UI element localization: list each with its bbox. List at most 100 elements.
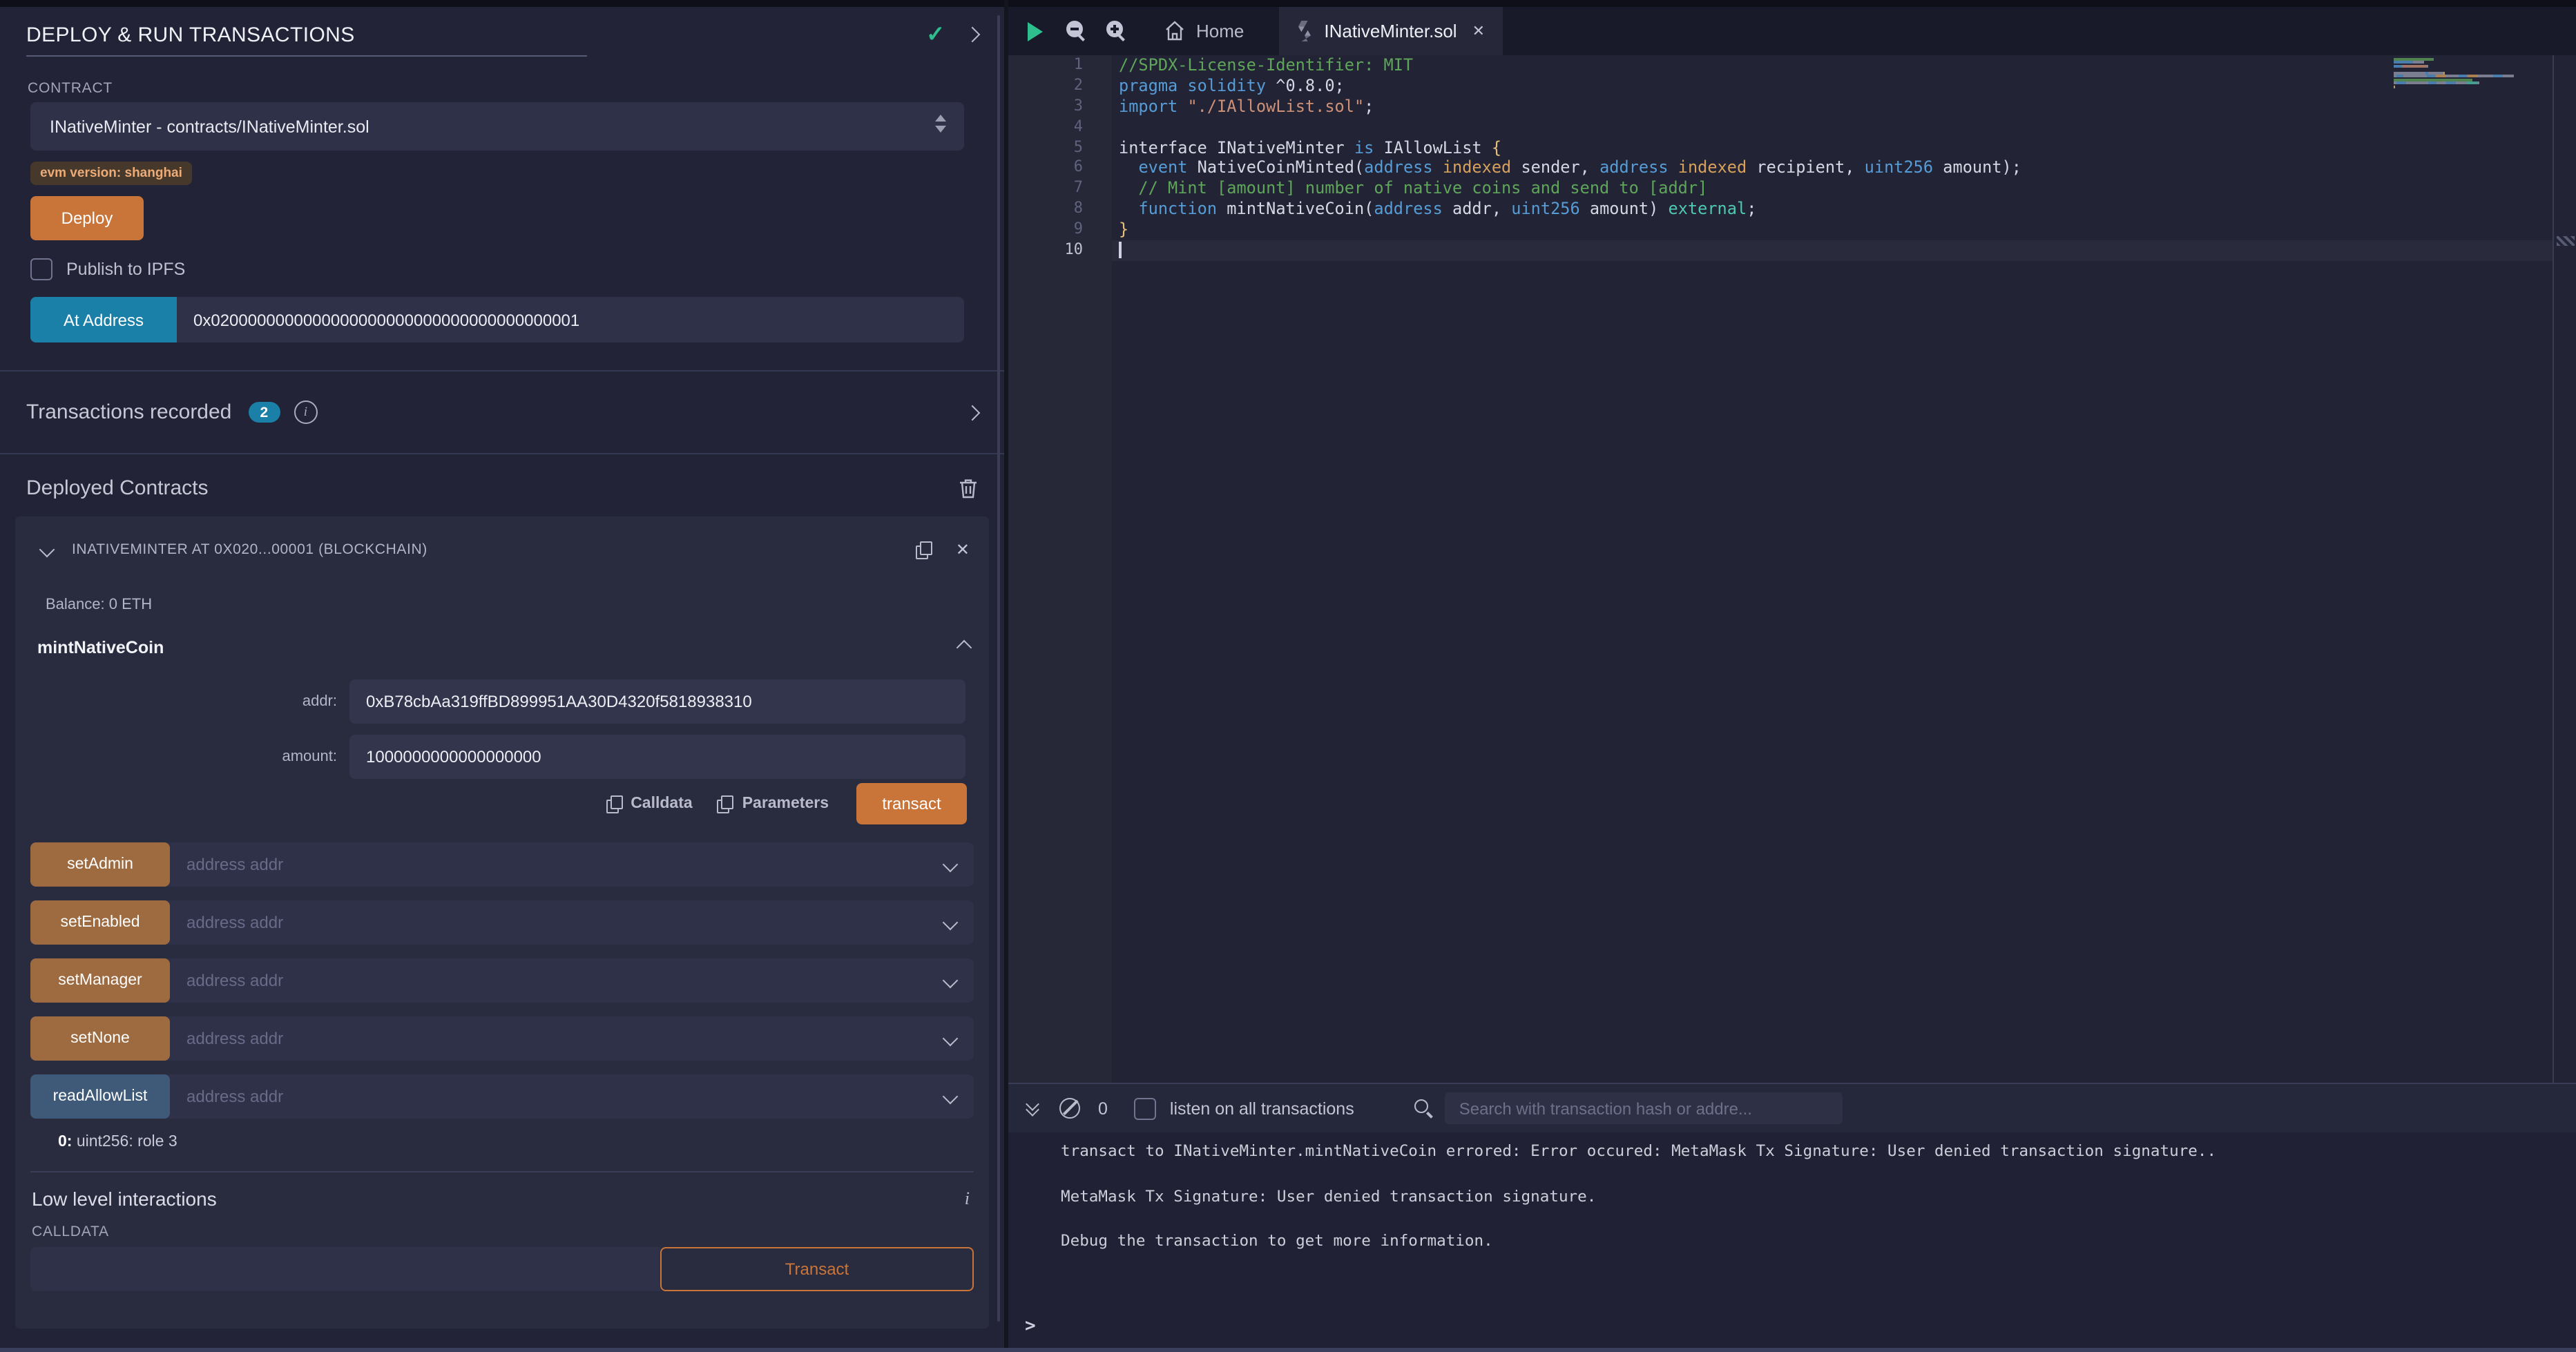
close-icon[interactable]: ✕ <box>956 539 970 559</box>
code-token: is <box>1354 137 1374 157</box>
editor-minimap[interactable] <box>2394 58 2554 93</box>
at-address-button[interactable]: At Address <box>30 297 177 342</box>
parameters-copy-group[interactable]: Parameters <box>718 795 829 812</box>
minimap-line <box>2394 89 2554 91</box>
function-arg-input-setManager[interactable] <box>30 958 974 1003</box>
function-arg-input-readAllowList[interactable] <box>30 1074 974 1119</box>
deploy-button[interactable]: Deploy <box>30 196 144 240</box>
code-token: indexed <box>1678 158 1747 177</box>
function-button-setManager[interactable]: setManager <box>30 958 170 1003</box>
overview-ruler-cursor-marker <box>2557 236 2575 246</box>
chevron-right-icon[interactable] <box>965 405 981 421</box>
listen-transactions-checkbox[interactable] <box>1134 1097 1156 1119</box>
at-address-input[interactable] <box>177 297 964 342</box>
low-level-calldata-row: Transact <box>30 1247 974 1291</box>
publish-ipfs-checkbox[interactable] <box>30 258 52 280</box>
code-token: ^0.8.0; <box>1266 76 1345 95</box>
run-script-icon[interactable] <box>1028 21 1043 41</box>
publish-ipfs-row: Publish to IPFS <box>30 258 1004 280</box>
editor-tabbar: Home INativeMinter.sol ✕ <box>1008 0 2576 55</box>
tab-home[interactable]: Home <box>1146 7 1262 55</box>
tab-inativeminter[interactable]: INativeMinter.sol ✕ <box>1278 7 1503 55</box>
function-header-row[interactable]: mintNativeCoin <box>37 637 970 659</box>
code-token: external <box>1669 199 1747 218</box>
code-token: amount) <box>1580 199 1669 218</box>
code-token: function <box>1138 199 1217 218</box>
calldata-input[interactable] <box>30 1247 660 1291</box>
function-row-setNone: setNone <box>30 1016 974 1061</box>
code-token: interface INativeMinter <box>1119 137 1354 157</box>
terminal-search-input[interactable] <box>1445 1092 1843 1124</box>
contract-select[interactable]: INativeMinter - contracts/INativeMinter.… <box>30 102 964 151</box>
code-token: uint256 <box>1865 158 1933 177</box>
contract-label: CONTRACT <box>28 80 1004 97</box>
low-level-transact-button[interactable]: Transact <box>660 1247 974 1291</box>
listen-transactions-label: listen on all transactions <box>1170 1099 1354 1118</box>
code-token: address <box>1599 158 1668 177</box>
copy-icon[interactable] <box>916 541 931 557</box>
param-input-0[interactable] <box>349 679 965 724</box>
terminal-log-list: transact to INativeMinter.mintNativeCoin… <box>1008 1132 2576 1251</box>
contract-function-list: setAdmin setEnabled setManager setNone readA… <box>15 842 989 1119</box>
expand-terminal-icon[interactable] <box>1028 1103 1037 1114</box>
zoom-in-icon[interactable] <box>1106 20 1128 42</box>
code-token: import <box>1119 97 1178 116</box>
terminal-toolbar: 0 listen on all transactions <box>1008 1083 2576 1132</box>
panel-scrollbar[interactable] <box>997 15 1000 1322</box>
bottom-edge-strip <box>0 1348 2576 1352</box>
code-content[interactable]: //SPDX-License-Identifier: MITpragma sol… <box>1112 55 2576 1083</box>
trash-icon[interactable] <box>959 477 978 498</box>
function-row-setAdmin: setAdmin <box>30 842 974 887</box>
function-params: addr:amount: <box>15 679 989 779</box>
zoom-out-icon[interactable] <box>1066 20 1088 42</box>
code-token: //SPDX-License-Identifier: MIT <box>1119 55 1413 75</box>
transactions-recorded-label: Transactions recorded <box>26 400 231 424</box>
pending-tx-count: 0 <box>1098 1099 1108 1118</box>
line-number: 8 <box>1008 199 1112 220</box>
function-row-readAllowList: readAllowList <box>30 1074 974 1119</box>
code-token <box>1433 158 1443 177</box>
function-button-setNone[interactable]: setNone <box>30 1016 170 1061</box>
code-token: } <box>1119 220 1128 239</box>
function-button-setEnabled[interactable]: setEnabled <box>30 900 170 945</box>
calldata-section-label: CALLDATA <box>32 1224 989 1240</box>
close-tab-icon[interactable]: ✕ <box>1472 22 1485 40</box>
function-button-readAllowList[interactable]: readAllowList <box>30 1074 170 1119</box>
deployed-contracts-label: Deployed Contracts <box>26 476 208 499</box>
evm-version-badge: evm version: shanghai <box>30 162 192 185</box>
code-token: ; <box>1747 199 1756 218</box>
terminal-prompt[interactable]: > <box>1025 1316 1036 1337</box>
param-input-1[interactable] <box>349 735 965 779</box>
code-token: event <box>1138 158 1187 177</box>
title-underline <box>26 55 587 57</box>
function-arg-input-setNone[interactable] <box>30 1016 974 1061</box>
deployed-contract-header[interactable]: INATIVEMINTER AT 0X020...00001 (BLOCKCHA… <box>15 516 989 563</box>
function-row-setManager: setManager <box>30 958 974 1003</box>
code-line-3: import "./IAllowList.sol"; <box>1112 97 2576 117</box>
function-arg-input-setEnabled[interactable] <box>30 900 974 945</box>
minimap-line <box>2394 79 2554 81</box>
code-token <box>1178 97 1187 116</box>
chevron-up-icon[interactable] <box>957 640 972 656</box>
code-token: { <box>1492 137 1501 157</box>
code-editor: Home INativeMinter.sol ✕ 12345678910 //S… <box>1008 0 2576 1083</box>
code-token: ; <box>1364 97 1374 116</box>
code-token: // Mint [amount] number of native coins … <box>1119 179 1707 198</box>
low-level-label: Low level interactions <box>32 1188 965 1210</box>
code-line-5: interface INativeMinter is IAllowList { <box>1112 137 2576 158</box>
line-number: 2 <box>1008 76 1112 97</box>
search-icon <box>1415 1099 1434 1118</box>
code-line-10 <box>1112 240 2553 261</box>
chevron-down-icon[interactable] <box>39 541 55 557</box>
code-token: pragma solidity <box>1119 76 1266 95</box>
clear-console-icon[interactable] <box>1059 1098 1080 1119</box>
function-arg-input-setAdmin[interactable] <box>30 842 974 887</box>
calldata-copy-group[interactable]: Calldata <box>606 795 693 812</box>
info-icon: i <box>294 400 317 424</box>
minimap-line <box>2394 58 2554 60</box>
function-name: mintNativeCoin <box>37 638 959 657</box>
function-button-setAdmin[interactable]: setAdmin <box>30 842 170 887</box>
transact-button[interactable]: transact <box>856 783 967 824</box>
chevron-right-icon[interactable] <box>965 27 981 43</box>
line-number: 10 <box>1008 240 1112 261</box>
